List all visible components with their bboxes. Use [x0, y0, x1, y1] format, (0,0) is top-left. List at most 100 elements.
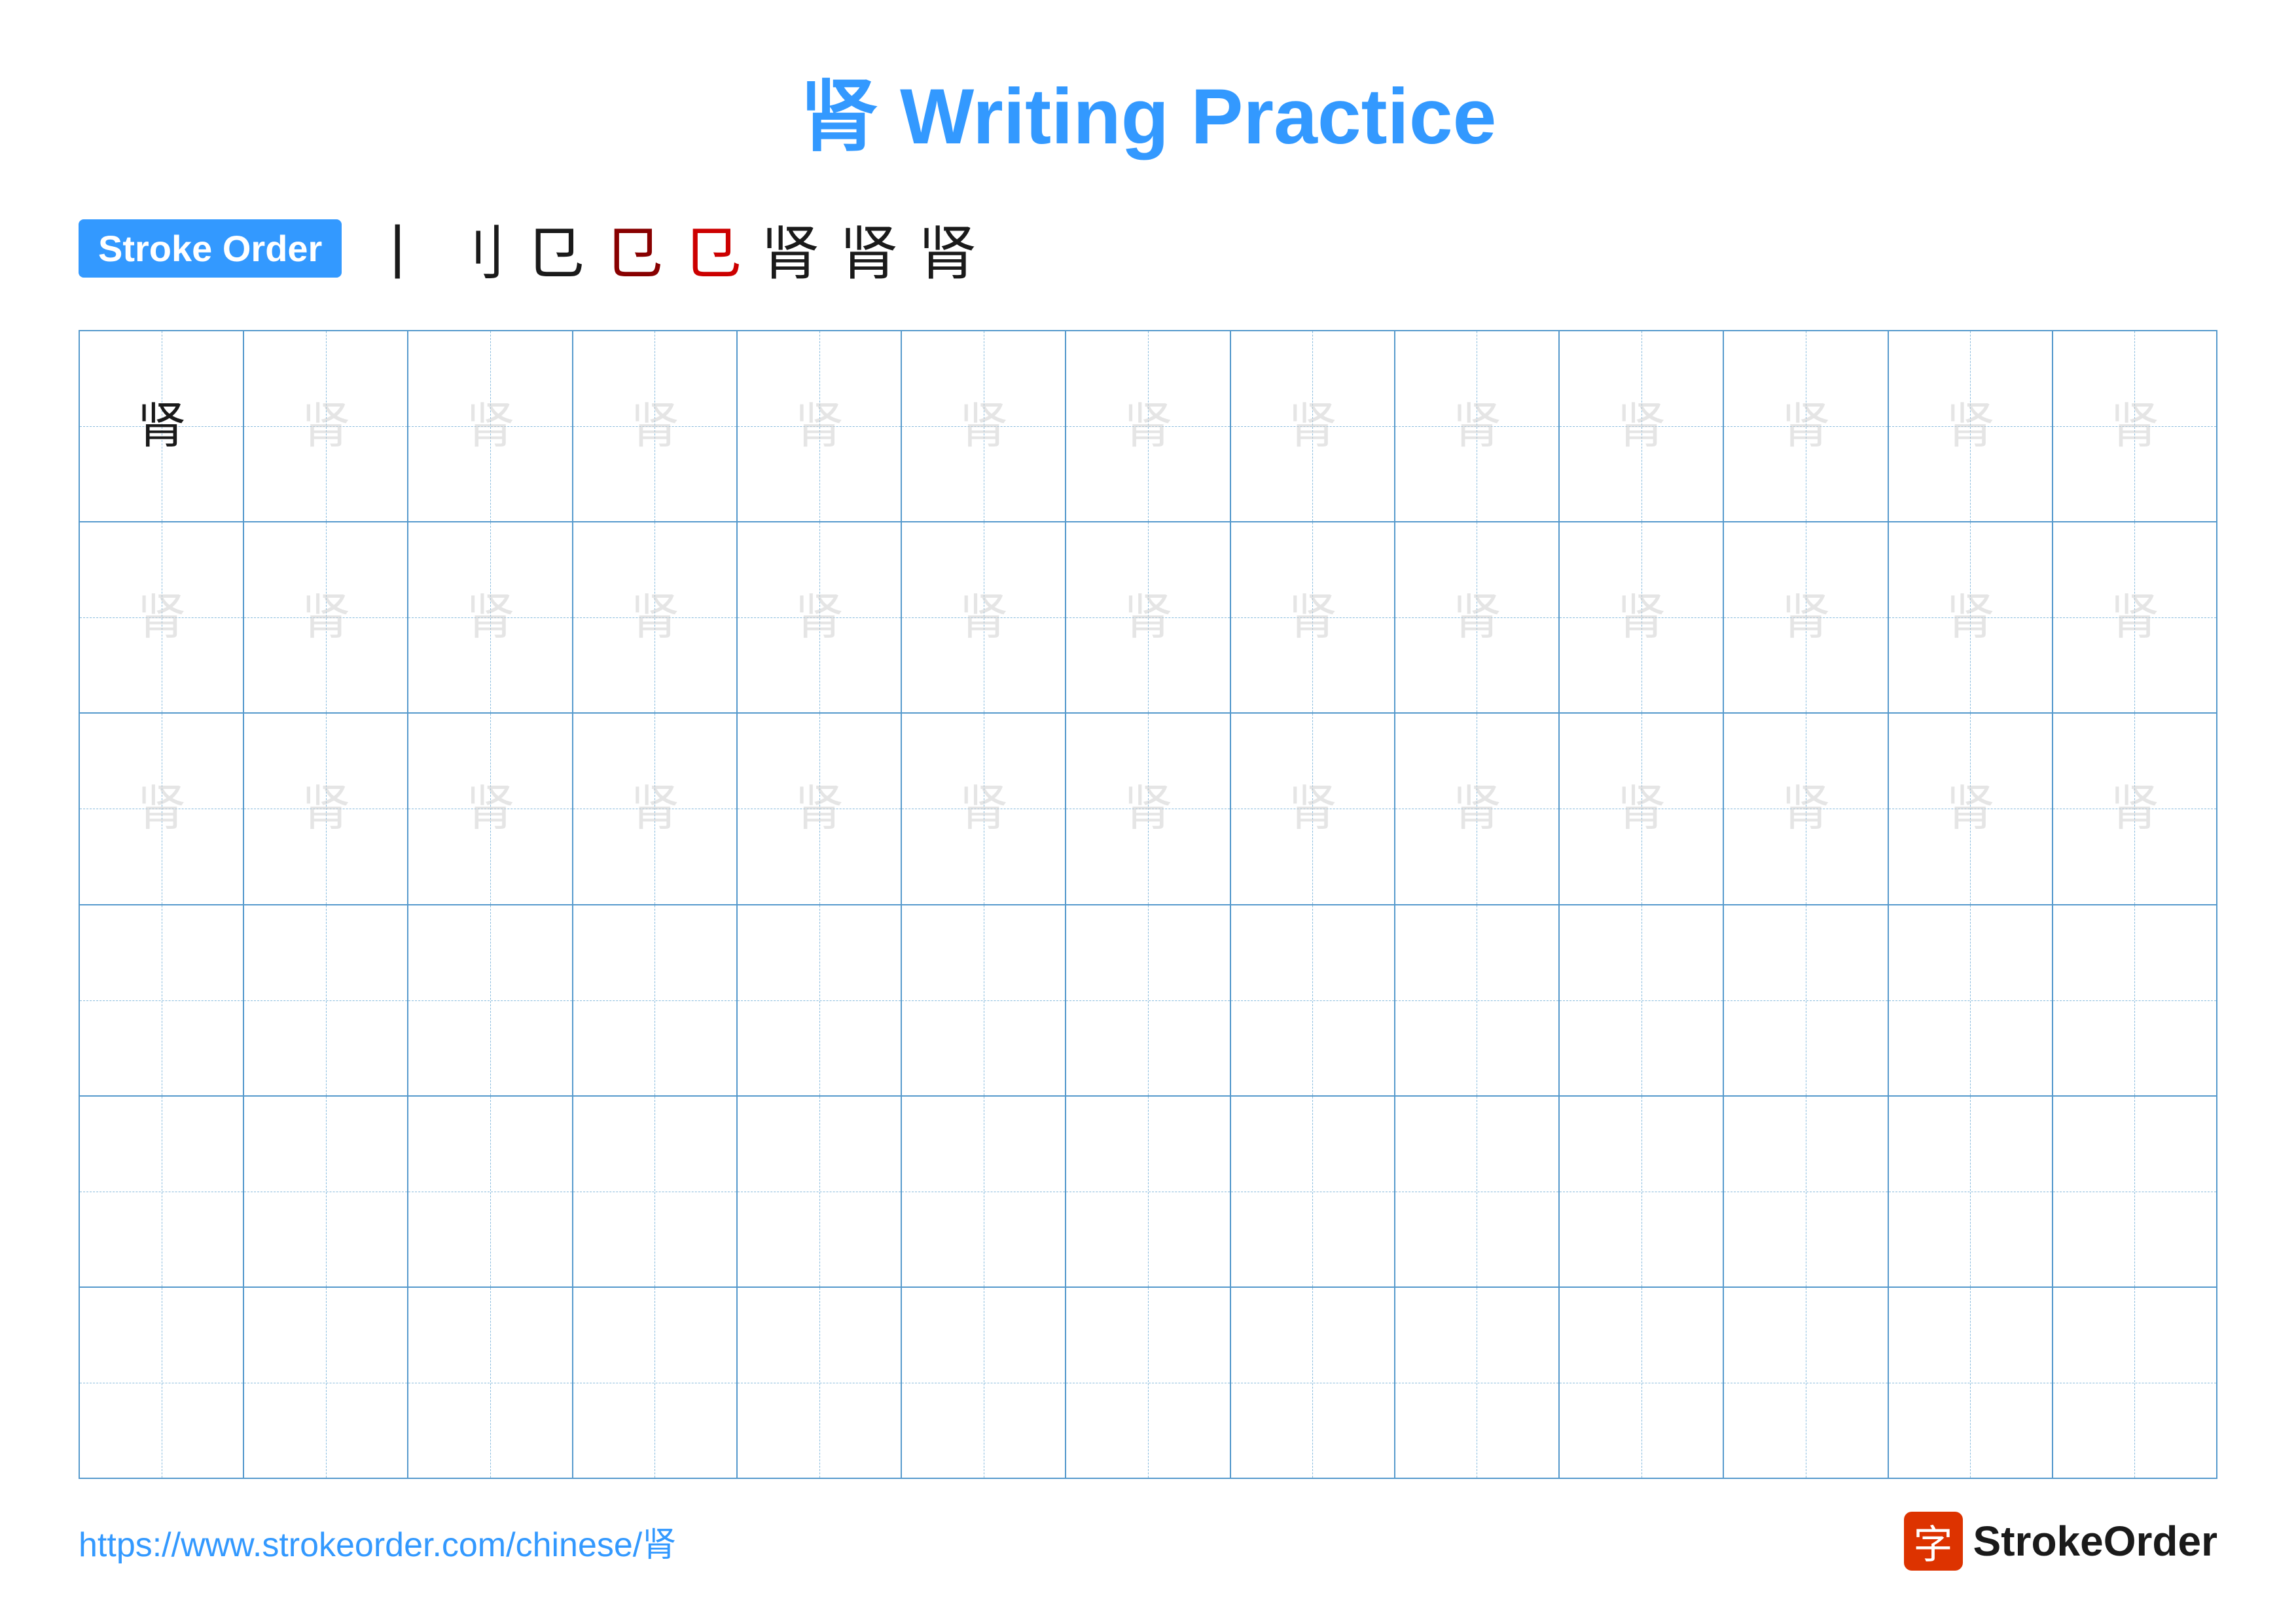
grid-cell[interactable]	[408, 1097, 573, 1286]
grid-cell[interactable]: 肾	[1724, 522, 1888, 712]
grid-cell[interactable]: 肾	[1395, 331, 1560, 521]
char-light: 肾	[1617, 402, 1666, 451]
char-light: 肾	[1452, 402, 1501, 451]
footer-logo: 字 StrokeOrder	[1904, 1512, 2217, 1571]
char-light: 肾	[2110, 784, 2159, 833]
grid-cell[interactable]: 肾	[738, 522, 902, 712]
grid-cell[interactable]	[80, 905, 244, 1095]
stroke-8: 肾	[918, 206, 977, 291]
grid-cell[interactable]: 肾	[1231, 522, 1395, 712]
grid-cell[interactable]: 肾	[244, 331, 408, 521]
grid-cell[interactable]: 肾	[244, 714, 408, 903]
grid-cell[interactable]	[738, 1097, 902, 1286]
grid-cell[interactable]	[2053, 1097, 2216, 1286]
grid-cell[interactable]	[244, 1097, 408, 1286]
grid-cell[interactable]	[738, 905, 902, 1095]
grid-cell[interactable]	[80, 1097, 244, 1286]
grid-cell[interactable]: 肾	[1231, 331, 1395, 521]
grid-cell[interactable]	[902, 1097, 1066, 1286]
grid-cell[interactable]	[1724, 1288, 1888, 1478]
char-light: 肾	[1781, 402, 1830, 451]
grid-cell[interactable]	[1560, 905, 1724, 1095]
stroke-7: 肾	[839, 206, 898, 291]
footer: https://www.strokeorder.com/chinese/肾 字 …	[79, 1512, 2217, 1571]
grid-cell[interactable]: 肾	[573, 714, 738, 903]
grid-cell[interactable]	[244, 1288, 408, 1478]
grid-cell[interactable]	[1889, 1288, 2053, 1478]
grid-cell[interactable]	[1724, 1097, 1888, 1286]
grid-cell[interactable]	[408, 905, 573, 1095]
char-light: 肾	[1946, 784, 1995, 833]
char-light: 肾	[959, 402, 1008, 451]
grid-cell[interactable]	[1395, 1097, 1560, 1286]
grid-row-4	[80, 905, 2216, 1097]
grid-cell[interactable]	[1066, 1288, 1230, 1478]
grid-cell[interactable]	[80, 1288, 244, 1478]
char-light: 肾	[630, 402, 679, 451]
grid-cell[interactable]	[1231, 905, 1395, 1095]
grid-cell[interactable]: 肾	[1724, 331, 1888, 521]
grid-cell[interactable]: 肾	[902, 331, 1066, 521]
char-light: 肾	[466, 593, 515, 642]
grid-cell[interactable]	[1395, 1288, 1560, 1478]
grid-cell[interactable]	[1231, 1288, 1395, 1478]
grid-cell[interactable]: 肾	[1066, 331, 1230, 521]
stroke-5: 㔾	[682, 206, 741, 291]
grid-cell[interactable]: 肾	[80, 714, 244, 903]
grid-cell[interactable]	[573, 905, 738, 1095]
stroke-3: 㔾	[525, 206, 584, 291]
grid-cell[interactable]: 肾	[2053, 714, 2216, 903]
grid-cell[interactable]	[573, 1097, 738, 1286]
grid-cell[interactable]	[1066, 1097, 1230, 1286]
stroke-2: 刂	[446, 206, 505, 291]
grid-cell[interactable]	[1560, 1288, 1724, 1478]
grid-cell[interactable]: 肾	[573, 522, 738, 712]
grid-cell[interactable]	[1560, 1097, 1724, 1286]
grid-cell[interactable]: 肾	[1560, 331, 1724, 521]
grid-cell[interactable]	[1889, 1097, 2053, 1286]
grid-cell[interactable]: 肾	[573, 331, 738, 521]
grid-cell[interactable]: 肾	[738, 714, 902, 903]
grid-cell[interactable]	[1724, 905, 1888, 1095]
char-light: 肾	[630, 784, 679, 833]
grid-cell[interactable]: 肾	[80, 331, 244, 521]
grid-cell[interactable]: 肾	[244, 522, 408, 712]
grid-cell[interactable]	[244, 905, 408, 1095]
grid-cell[interactable]: 肾	[1560, 522, 1724, 712]
grid-cell[interactable]: 肾	[408, 522, 573, 712]
grid-cell[interactable]: 肾	[1889, 522, 2053, 712]
grid-cell[interactable]: 肾	[1231, 714, 1395, 903]
grid-cell[interactable]: 肾	[408, 714, 573, 903]
grid-cell[interactable]: 肾	[1889, 714, 2053, 903]
grid-cell[interactable]: 肾	[1395, 522, 1560, 712]
grid-cell[interactable]	[1231, 1097, 1395, 1286]
grid-cell[interactable]: 肾	[1395, 714, 1560, 903]
grid-cell[interactable]: 肾	[902, 522, 1066, 712]
grid-cell[interactable]: 肾	[2053, 331, 2216, 521]
char-light: 肾	[1617, 784, 1666, 833]
grid-cell[interactable]: 肾	[902, 714, 1066, 903]
grid-cell[interactable]: 肾	[2053, 522, 2216, 712]
footer-url[interactable]: https://www.strokeorder.com/chinese/肾	[79, 1517, 676, 1566]
grid-cell[interactable]	[1395, 905, 1560, 1095]
grid-cell[interactable]	[1066, 905, 1230, 1095]
char-light: 肾	[2110, 593, 2159, 642]
grid-cell[interactable]: 肾	[1724, 714, 1888, 903]
grid-cell[interactable]	[2053, 1288, 2216, 1478]
char-light: 肾	[301, 784, 350, 833]
grid-cell[interactable]	[738, 1288, 902, 1478]
char-light: 肾	[1781, 593, 1830, 642]
grid-cell[interactable]: 肾	[1560, 714, 1724, 903]
grid-cell[interactable]	[408, 1288, 573, 1478]
grid-cell[interactable]: 肾	[1889, 331, 2053, 521]
grid-cell[interactable]: 肾	[1066, 714, 1230, 903]
grid-cell[interactable]	[2053, 905, 2216, 1095]
grid-cell[interactable]	[902, 905, 1066, 1095]
grid-cell[interactable]	[573, 1288, 738, 1478]
grid-cell[interactable]: 肾	[1066, 522, 1230, 712]
grid-cell[interactable]	[902, 1288, 1066, 1478]
grid-cell[interactable]	[1889, 905, 2053, 1095]
grid-cell[interactable]: 肾	[80, 522, 244, 712]
grid-cell[interactable]: 肾	[408, 331, 573, 521]
grid-cell[interactable]: 肾	[738, 331, 902, 521]
